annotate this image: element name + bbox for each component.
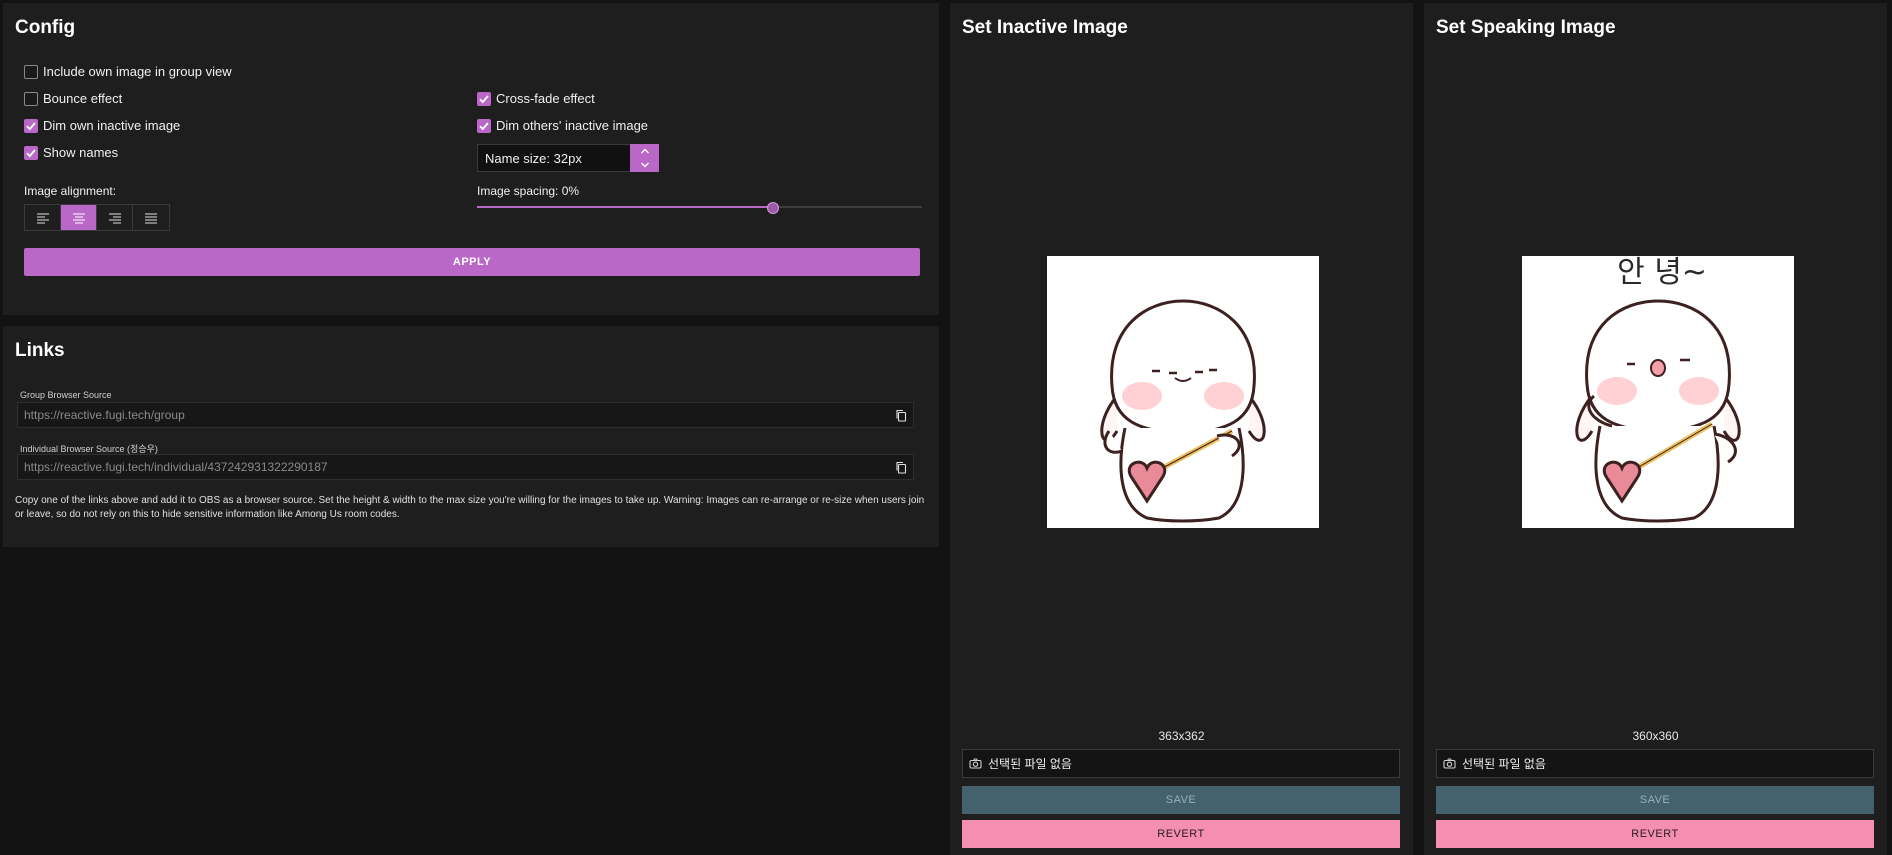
image-alignment-group [24, 204, 170, 231]
speaking-image-preview: 안 녕~ [1522, 256, 1794, 528]
checkbox-box[interactable] [477, 91, 491, 106]
speaking-image-caption: 안 녕~ [1617, 256, 1707, 290]
inactive-image-title: Set Inactive Image [962, 17, 1128, 38]
name-size-value[interactable]: Name size: 32px [477, 144, 630, 172]
dim-own-label: Dim own inactive image [43, 118, 181, 133]
inactive-file-input[interactable]: 선택된 파일 없음 [962, 749, 1400, 778]
checkbox-box[interactable] [477, 118, 491, 133]
cross-fade-label: Cross-fade effect [496, 91, 595, 106]
group-url-field[interactable]: https://reactive.fugi.tech/group [17, 402, 914, 428]
camera-icon [1443, 758, 1456, 769]
align-left-button[interactable] [25, 205, 61, 230]
group-source-label: Group Browser Source [20, 390, 112, 400]
speaking-revert-button[interactable]: REVERT [1436, 820, 1874, 848]
config-title: Config [15, 17, 76, 38]
align-center-button[interactable] [61, 205, 97, 230]
image-spacing-slider[interactable] [477, 202, 922, 214]
camera-icon [969, 758, 982, 769]
copy-icon [896, 461, 907, 474]
image-spacing-label: Image spacing: 0% [477, 184, 580, 198]
apply-button[interactable]: APPLY [24, 248, 920, 276]
include-own-image-label: Include own image in group view [43, 64, 232, 79]
align-justify-button[interactable] [133, 205, 169, 230]
inactive-file-placeholder: 선택된 파일 없음 [988, 757, 1072, 771]
speaking-save-button[interactable]: SAVE [1436, 786, 1874, 814]
links-help-text: Copy one of the links above and add it t… [15, 495, 925, 520]
align-center-icon [72, 212, 85, 224]
bunny-illustration [1047, 256, 1319, 528]
individual-url-value[interactable]: https://reactive.fugi.tech/individual/43… [18, 460, 889, 474]
copy-icon [896, 409, 907, 422]
check-icon [479, 121, 489, 130]
bounce-effect-checkbox[interactable]: Bounce effect [24, 91, 122, 106]
check-icon [26, 148, 36, 157]
show-names-label: Show names [43, 145, 119, 160]
checkbox-box[interactable] [24, 145, 38, 160]
bunny-waving-illustration: 안 녕~ [1522, 256, 1794, 528]
slider-thumb[interactable] [766, 202, 779, 214]
inactive-revert-button[interactable]: REVERT [962, 820, 1400, 848]
speaking-file-placeholder: 선택된 파일 없음 [1462, 757, 1546, 771]
align-right-icon [108, 212, 121, 224]
align-justify-icon [145, 212, 157, 224]
checkbox-box[interactable] [24, 91, 38, 106]
links-title: Links [15, 340, 65, 361]
individual-url-field[interactable]: https://reactive.fugi.tech/individual/43… [17, 454, 914, 480]
checkbox-box[interactable] [24, 118, 38, 133]
include-own-image-checkbox[interactable]: Include own image in group view [24, 64, 232, 79]
check-icon [479, 94, 489, 103]
bounce-effect-label: Bounce effect [43, 91, 123, 106]
dim-others-label: Dim others' inactive image [496, 118, 649, 133]
cross-fade-checkbox[interactable]: Cross-fade effect [477, 91, 595, 106]
inactive-image-preview [1047, 256, 1319, 528]
inactive-save-button[interactable]: SAVE [962, 786, 1400, 814]
speaking-image-panel: Set Speaking Image 안 녕~ 360x360 선택된 파일 없… [1424, 3, 1887, 855]
links-panel: Links Group Browser Source https://react… [3, 326, 939, 547]
slider-fill [477, 206, 773, 208]
show-names-checkbox[interactable]: Show names [24, 145, 118, 160]
image-alignment-label: Image alignment: [24, 184, 117, 198]
config-panel: Config Include own image in group view B… [3, 3, 939, 315]
chevron-up-icon[interactable] [640, 147, 650, 155]
chevron-down-icon[interactable] [640, 161, 650, 169]
speaking-image-title: Set Speaking Image [1436, 17, 1616, 38]
check-icon [26, 121, 36, 130]
align-left-icon [36, 212, 49, 224]
name-size-stepper[interactable] [630, 144, 659, 172]
dim-own-checkbox[interactable]: Dim own inactive image [24, 118, 180, 133]
copy-group-url-button[interactable] [889, 409, 913, 422]
speaking-image-dimensions: 360x360 [1632, 729, 1679, 743]
group-url-value[interactable]: https://reactive.fugi.tech/group [18, 408, 889, 422]
inactive-image-panel: Set Inactive Image 363x362 선택된 파일 없음 SAV… [950, 3, 1413, 855]
speaking-file-input[interactable]: 선택된 파일 없음 [1436, 749, 1874, 778]
name-size-field[interactable]: Name size: 32px [477, 144, 659, 172]
dim-others-checkbox[interactable]: Dim others' inactive image [477, 118, 648, 133]
copy-individual-url-button[interactable] [889, 461, 913, 474]
inactive-image-dimensions: 363x362 [1158, 729, 1205, 743]
align-right-button[interactable] [97, 205, 133, 230]
checkbox-box[interactable] [24, 64, 38, 79]
